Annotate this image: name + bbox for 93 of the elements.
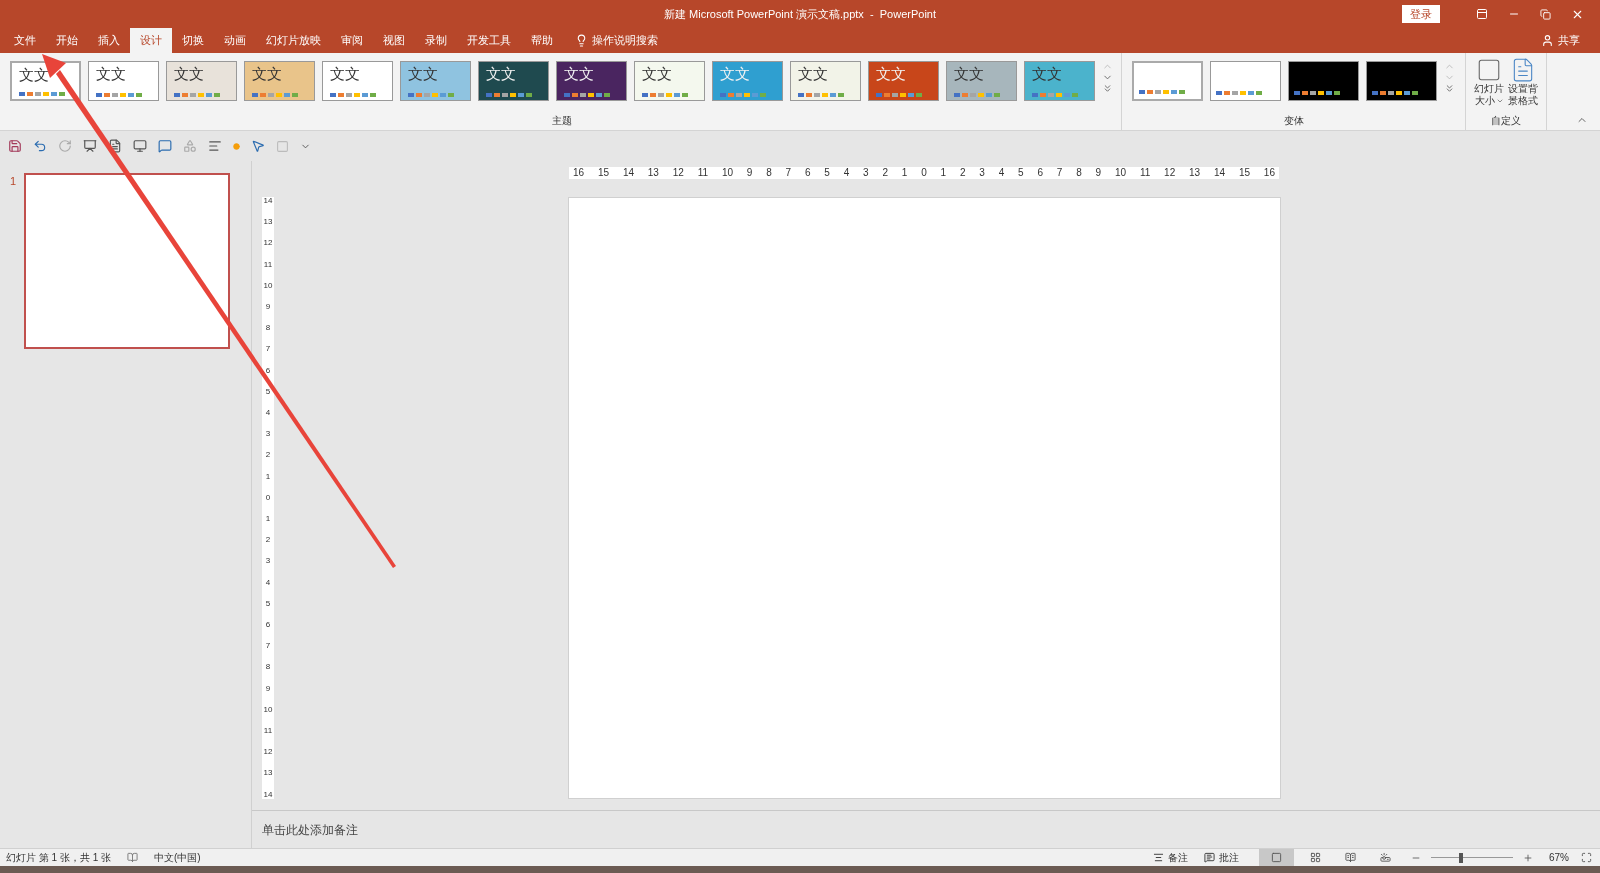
theme-sample-text: 文文 bbox=[95, 65, 127, 83]
undo-icon[interactable] bbox=[33, 139, 47, 153]
comments-button[interactable]: 批注 bbox=[1219, 850, 1239, 865]
color-swatches bbox=[1372, 91, 1418, 95]
theme-sample-text: 文文 bbox=[407, 65, 439, 83]
fit-to-window-icon[interactable] bbox=[1581, 852, 1592, 863]
vertical-ruler: 14 13 12 11 10 9 8 7 6 5 4 3 2 1 0 1 2 3 4 5 6 7 8 9 10 11 12 13 14 bbox=[262, 197, 274, 799]
window-title: 新建 Microsoft PowerPoint 演示文稿.pptx - PowerPoint bbox=[664, 6, 936, 22]
zoom-slider[interactable] bbox=[1429, 852, 1515, 863]
spell-check-icon[interactable] bbox=[127, 852, 138, 863]
restore-icon[interactable] bbox=[1540, 8, 1551, 20]
slide-size-icon bbox=[1476, 57, 1502, 83]
reading-view-icon[interactable] bbox=[1345, 852, 1356, 863]
more-icon[interactable] bbox=[1102, 83, 1113, 94]
tell-me-search[interactable]: 操作说明搜索 bbox=[592, 32, 658, 49]
align-icon[interactable] bbox=[208, 139, 222, 153]
theme-thumbnail[interactable]: 文文 bbox=[868, 61, 939, 101]
ribbon-display-icon[interactable] bbox=[1476, 8, 1488, 20]
group-label: 变体 bbox=[1283, 114, 1304, 128]
monitor-icon[interactable] bbox=[133, 139, 147, 153]
ribbon-tab[interactable]: 设计 bbox=[130, 28, 172, 53]
ribbon-tab[interactable]: 审阅 bbox=[331, 28, 373, 53]
theme-sample-text: 文文 bbox=[18, 66, 50, 84]
theme-thumbnail[interactable]: 文文 bbox=[400, 61, 471, 101]
ribbon-tab[interactable]: 幻灯片放映 bbox=[256, 28, 331, 53]
language-label[interactable]: 中文(中国) bbox=[154, 850, 201, 865]
theme-thumbnail[interactable]: 文文 bbox=[244, 61, 315, 101]
comment-icon[interactable] bbox=[158, 139, 172, 153]
theme-thumbnail[interactable]: 文文 bbox=[166, 61, 237, 101]
theme-thumbnail[interactable]: 文文 bbox=[1024, 61, 1095, 101]
theme-sample-text: 文文 bbox=[1031, 65, 1063, 83]
theme-sample-text: 文文 bbox=[563, 65, 595, 83]
ribbon-tab[interactable]: 开发工具 bbox=[457, 28, 521, 53]
notes-icon[interactable] bbox=[1153, 852, 1164, 863]
theme-thumbnail[interactable]: 文文 bbox=[88, 61, 159, 101]
theme-sample-text: 文文 bbox=[641, 65, 673, 83]
normal-view-button[interactable] bbox=[1259, 848, 1294, 867]
document-icon[interactable] bbox=[108, 139, 122, 153]
ribbon-tab[interactable]: 帮助 bbox=[521, 28, 563, 53]
grid-view-icon[interactable] bbox=[1310, 852, 1321, 863]
theme-thumbnail[interactable]: 文文 bbox=[634, 61, 705, 101]
zoom-in-icon[interactable] bbox=[1523, 852, 1533, 863]
ribbon-tab[interactable]: 动画 bbox=[214, 28, 256, 53]
ribbon-tab[interactable]: 视图 bbox=[373, 28, 415, 53]
theme-sample-text: 文文 bbox=[329, 65, 361, 83]
more-icon[interactable] bbox=[1444, 83, 1455, 94]
customize-button[interactable]: 设置背 景格式 bbox=[1508, 57, 1538, 107]
ribbon-tab[interactable]: 切换 bbox=[172, 28, 214, 53]
theme-sample-text: 文文 bbox=[719, 65, 751, 83]
horizontal-ruler: 16 15 14 13 12 11 10 9 8 7 6 5 4 3 2 1 0 1 2 3 4 5 6 7 8 9 10 11 12 13 14 15 16 bbox=[569, 167, 1279, 179]
theme-thumbnail[interactable]: 文文 bbox=[556, 61, 627, 101]
ribbon-tab[interactable]: 插入 bbox=[88, 28, 130, 53]
color-swatches bbox=[1139, 90, 1185, 94]
theme-sample-text: 文文 bbox=[485, 65, 517, 83]
person-icon bbox=[1541, 34, 1554, 47]
zoom-thumb[interactable] bbox=[1459, 852, 1464, 863]
presentation-icon[interactable] bbox=[83, 139, 97, 153]
variant-thumbnail[interactable] bbox=[1288, 61, 1359, 101]
dot-icon[interactable] bbox=[233, 142, 240, 150]
customize-button[interactable]: 幻灯片 大小 bbox=[1474, 57, 1504, 107]
notes-field[interactable]: 单击此处添加备注 bbox=[262, 820, 358, 839]
theme-thumbnail[interactable]: 文文 bbox=[946, 61, 1017, 101]
group-label: 主题 bbox=[551, 114, 572, 128]
ribbon-tab[interactable]: 录制 bbox=[415, 28, 457, 53]
variant-thumbnail[interactable] bbox=[1366, 61, 1437, 101]
color-swatches bbox=[1294, 91, 1340, 95]
variant-thumbnail[interactable] bbox=[1132, 61, 1203, 101]
theme-thumbnail[interactable]: 文文 bbox=[790, 61, 861, 101]
share-button[interactable]: 共享 bbox=[1558, 32, 1580, 49]
slide-thumbnail[interactable] bbox=[24, 173, 231, 349]
theme-sample-text: 文文 bbox=[797, 65, 829, 83]
theme-sample-text: 文文 bbox=[875, 65, 907, 83]
normal-view-icon bbox=[1271, 852, 1282, 863]
comment-icon[interactable] bbox=[1204, 852, 1215, 863]
theme-sample-text: 文文 bbox=[173, 65, 205, 83]
zoom-percentage[interactable]: 67% bbox=[1549, 850, 1569, 865]
theme-sample-text: 文文 bbox=[953, 65, 985, 83]
slide-count: 幻灯片 第 1 张，共 1 张 bbox=[6, 851, 111, 865]
theme-thumbnail[interactable]: 文文 bbox=[322, 61, 393, 101]
lightbulb-icon bbox=[575, 34, 588, 47]
theme-thumbnail[interactable]: 文文 bbox=[478, 61, 549, 101]
ribbon-tab[interactable]: 开始 bbox=[46, 28, 88, 53]
slideshow-icon[interactable] bbox=[1380, 852, 1391, 863]
pointer-icon[interactable] bbox=[251, 139, 265, 153]
save-icon[interactable] bbox=[8, 139, 22, 153]
group-label: 自定义 bbox=[1491, 114, 1521, 128]
slide-number: 1 bbox=[10, 174, 17, 189]
ribbon-tab[interactable]: 文件 bbox=[4, 28, 46, 53]
color-swatches bbox=[1216, 91, 1262, 95]
notes-button[interactable]: 备注 bbox=[1168, 850, 1188, 865]
variant-thumbnail[interactable] bbox=[1210, 61, 1281, 101]
sign-in-button[interactable]: 登录 bbox=[1402, 4, 1440, 24]
theme-sample-text: 文文 bbox=[251, 65, 283, 83]
